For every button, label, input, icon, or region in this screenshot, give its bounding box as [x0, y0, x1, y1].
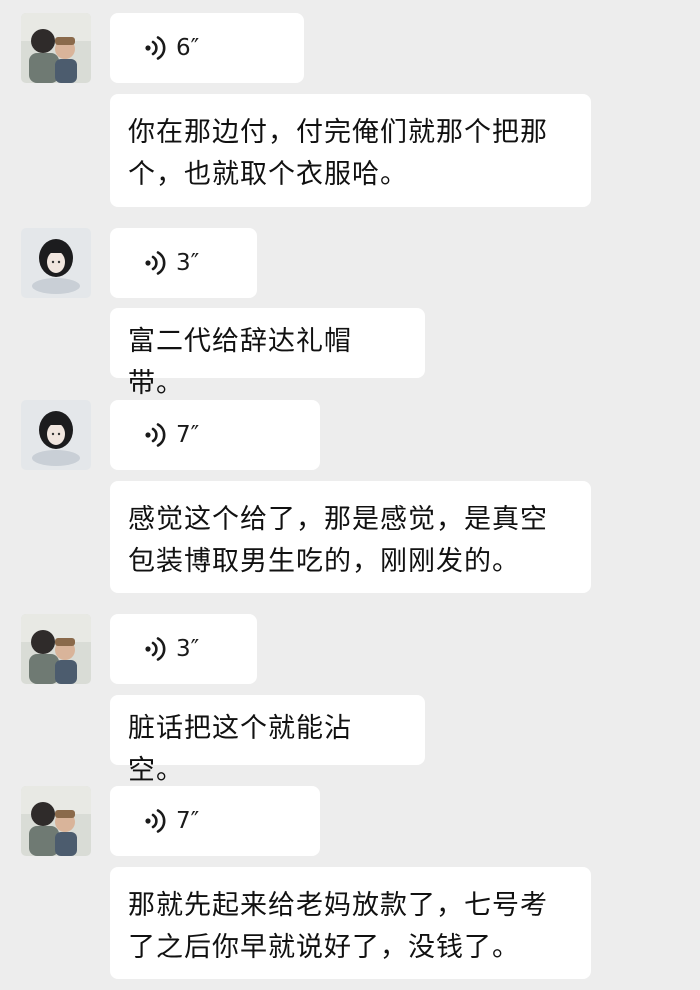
transcript-text: 你在那边付，付完俺们就那个把那个，也就取个衣服哈。 — [128, 117, 548, 190]
avatar-person-holding-child[interactable] — [21, 13, 91, 83]
transcript-bubble[interactable]: 那就先起来给老妈放款了，七号考了之后你早就说好了，没钱了。 — [110, 867, 591, 979]
voice-message[interactable]: 7″ — [110, 786, 320, 856]
voice-duration: 7″ — [176, 808, 200, 834]
voice-message[interactable]: 3″ — [110, 614, 257, 684]
transcript-text: 脏话把这个就能沾空。 — [128, 713, 352, 786]
voice-wave-icon — [145, 251, 166, 275]
avatar-person-holding-child[interactable] — [21, 786, 91, 856]
voice-message[interactable]: 3″ — [110, 228, 257, 298]
transcript-bubble[interactable]: 你在那边付，付完俺们就那个把那个，也就取个衣服哈。 — [110, 94, 591, 207]
transcript-bubble[interactable]: 脏话把这个就能沾空。 — [110, 695, 425, 786]
transcript-text: 感觉这个给了，那是感觉，是真空包装博取男生吃的，刚刚发的。 — [128, 504, 548, 577]
voice-wave-icon — [145, 809, 166, 833]
transcript-text: 那就先起来给老妈放款了，七号考了之后你早就说好了，没钱了。 — [128, 890, 548, 963]
voice-wave-icon — [145, 36, 166, 60]
voice-message[interactable]: 7″ — [110, 400, 320, 470]
transcript-bubble[interactable]: 富二代给辞达礼帽带。 — [110, 308, 425, 399]
voice-message[interactable]: 6″ — [110, 13, 304, 83]
avatar-person-holding-child[interactable] — [21, 614, 91, 684]
voice-wave-icon — [145, 423, 166, 447]
voice-wave-icon — [145, 637, 166, 661]
voice-duration: 3″ — [176, 636, 200, 662]
transcript-bubble[interactable]: 感觉这个给了，那是感觉，是真空包装博取男生吃的，刚刚发的。 — [110, 481, 591, 593]
transcript-text: 富二代给辞达礼帽带。 — [128, 326, 352, 399]
avatar-girl-illustration[interactable] — [21, 400, 91, 470]
avatar-girl-illustration[interactable] — [21, 228, 91, 298]
voice-duration: 3″ — [176, 250, 200, 276]
voice-duration: 6″ — [176, 35, 200, 61]
voice-duration: 7″ — [176, 422, 200, 448]
